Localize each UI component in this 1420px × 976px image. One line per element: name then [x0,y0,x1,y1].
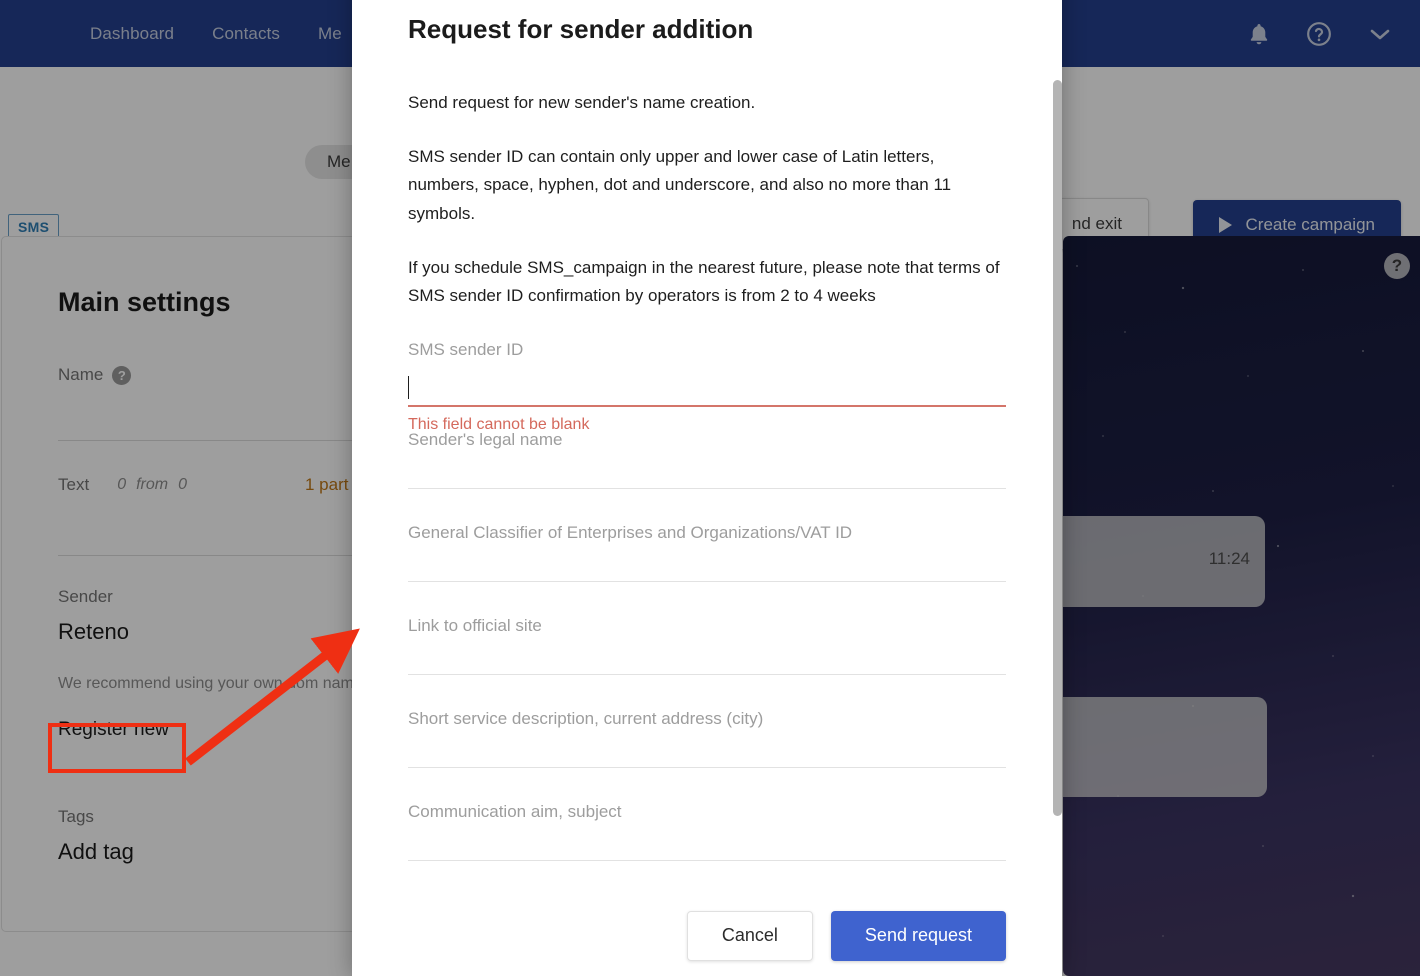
sender-request-form: SMS sender ID This field cannot be blank [408,340,1006,895]
modal-paragraph: If you schedule SMS_campaign in the near… [408,257,1000,306]
field-underline-error [408,405,1006,407]
field-sms-sender-id: SMS sender ID This field cannot be blank [408,340,1006,433]
field-underline [408,674,1006,676]
modal-footer: Cancel Send request [352,895,1062,976]
field-underline [408,860,1006,862]
field-underline [408,488,1006,490]
field-communication-aim [408,802,1006,895]
sender-request-modal: Request for sender addition Send request… [352,0,1062,976]
modal-body: Request for sender addition Send request… [352,0,1062,895]
field-service-description [408,709,1006,802]
field-underline [408,581,1006,583]
service-description-input[interactable] [408,709,1006,740]
text-caret [408,376,409,400]
official-site-link-input[interactable] [408,616,1006,647]
modal-paragraph: Send request for new sender's name creat… [408,93,756,112]
modal-title: Request for sender addition [408,14,754,44]
send-request-button[interactable]: Send request [830,910,1006,961]
communication-aim-input[interactable] [408,802,1006,833]
modal-paragraph: SMS sender ID can contain only upper and… [408,147,952,223]
app-root: Dashboard Contacts Me Me SMS nd exit Cre… [0,0,1420,976]
sms-sender-id-input[interactable] [408,376,1006,407]
field-official-site-link [408,616,1006,709]
modal-scrollbar[interactable] [1053,80,1062,816]
senders-legal-name-input[interactable] [408,430,1006,461]
cancel-button[interactable]: Cancel [686,910,813,961]
sms-sender-id-label: SMS sender ID [408,340,524,360]
field-underline [408,767,1006,769]
field-vat-id [408,523,1006,616]
field-senders-legal-name [408,430,1006,523]
vat-id-input[interactable] [408,523,1006,554]
